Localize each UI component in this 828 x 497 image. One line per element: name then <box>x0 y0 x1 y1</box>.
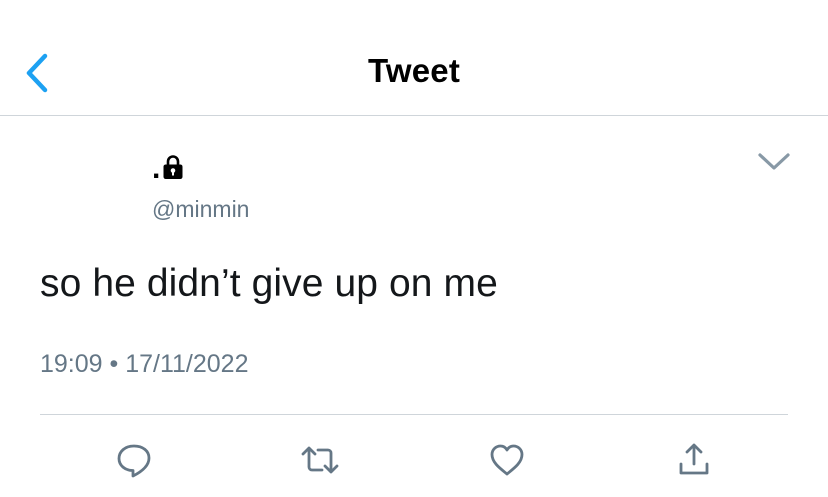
top-bar: Tweet <box>0 0 828 116</box>
heart-icon <box>490 444 524 476</box>
reply-icon <box>117 444 151 478</box>
reply-button[interactable] <box>114 440 154 480</box>
divider <box>40 414 788 415</box>
tweet-menu-button[interactable] <box>756 148 792 174</box>
retweet-button[interactable] <box>300 440 340 480</box>
user-handle[interactable]: @minmin <box>152 196 249 223</box>
like-button[interactable] <box>487 440 527 480</box>
tweet-timestamp: 19:09 • 17/11/2022 <box>40 350 249 378</box>
share-icon <box>679 443 709 475</box>
display-name-text: . <box>152 152 161 185</box>
retweet-icon <box>301 446 339 474</box>
tweet-text: so he didn’t give up on me <box>40 262 498 305</box>
share-button[interactable] <box>674 440 714 480</box>
display-name[interactable]: . <box>152 150 184 184</box>
page-title: Tweet <box>367 52 461 89</box>
lock-icon <box>163 155 183 179</box>
chevron-down-icon <box>758 153 790 170</box>
